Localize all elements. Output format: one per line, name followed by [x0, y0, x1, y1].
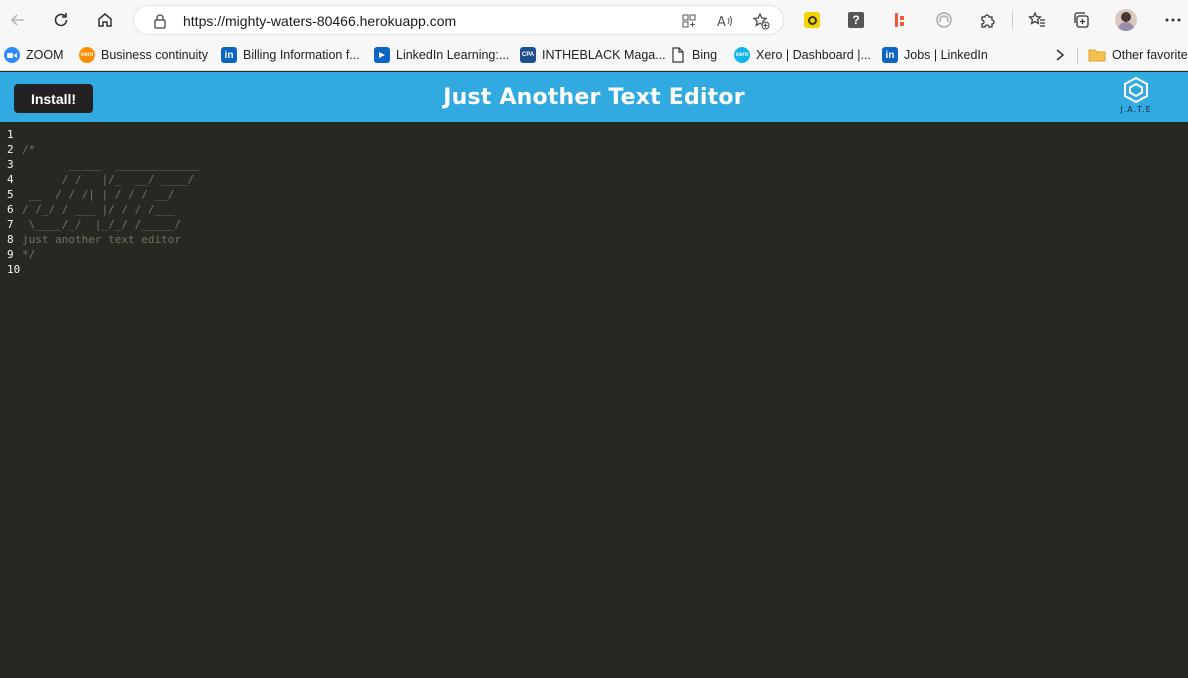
line-number: 1	[7, 128, 14, 141]
favorite-label: Bing	[692, 48, 718, 62]
favorite-linkedin-learning[interactable]: LinkedIn Learning:...	[374, 45, 509, 65]
refresh-icon	[54, 13, 68, 27]
settings-more-button[interactable]	[1161, 8, 1185, 32]
extension-orange-button[interactable]	[888, 8, 912, 32]
code-line[interactable]: __ / / /| | / / / __/	[22, 187, 1188, 202]
page-title: Just Another Text Editor	[443, 85, 745, 110]
jate-logo: J.A.T.E	[1112, 76, 1160, 120]
favorite-business-continuity[interactable]: xero Business continuity	[79, 45, 208, 65]
extension-yellow-button[interactable]	[800, 8, 824, 32]
favorites-divider	[1077, 48, 1078, 64]
favorite-billing-information[interactable]: in Billing Information f...	[221, 45, 360, 65]
line-number: 8	[7, 233, 14, 246]
favorites-button[interactable]	[1025, 8, 1049, 32]
favorite-label: Business continuity	[101, 48, 209, 62]
url-text[interactable]: https://mighty-waters-80466.herokuapp.co…	[183, 13, 456, 29]
logo-text: J.A.T.E	[1120, 105, 1152, 114]
zoom-icon	[4, 47, 20, 63]
line-number: 10	[7, 263, 21, 276]
line-number: 2	[7, 143, 14, 156]
favorite-label: Billing Information f...	[243, 48, 360, 62]
puzzle-icon	[981, 14, 995, 28]
line-number: 6	[7, 203, 14, 216]
home-button[interactable]	[93, 8, 117, 32]
back-button[interactable]	[6, 8, 30, 32]
cpa-icon: CPA	[520, 47, 536, 63]
code-line[interactable]	[22, 127, 1188, 142]
favorites-star-icon	[1028, 11, 1045, 27]
code-line[interactable]: /*	[22, 142, 1188, 157]
page-icon	[670, 47, 686, 63]
code-line[interactable]: just another text editor	[22, 232, 1188, 247]
code-line[interactable]: / /_/ / ___ |/ / / /___	[22, 202, 1188, 217]
favorite-label: INTHEBLACK Maga...	[542, 48, 666, 62]
address-bar[interactable]: https://mighty-waters-80466.herokuapp.co…	[133, 5, 784, 35]
code-editor[interactable]: 1 2 3 4 5 6 7 8 9 10 /* _____ __________…	[0, 122, 1188, 678]
favorites-bar: ZOOM xero Business continuity in Billing…	[0, 40, 1188, 71]
line-number: 9	[7, 248, 14, 261]
code-line[interactable]: \____/_/ |_/_/ /_____/	[22, 217, 1188, 232]
code-line[interactable]	[22, 262, 1188, 277]
other-favorites-label: Other favorites	[1112, 48, 1188, 62]
line-number: 3	[7, 158, 14, 171]
code-line[interactable]: _____ _____________	[22, 157, 1188, 172]
line-number-gutter: 1 2 3 4 5 6 7 8 9 10	[0, 127, 22, 277]
favorites-overflow-button[interactable]	[1054, 45, 1066, 65]
line-number: 4	[7, 173, 14, 186]
favorite-label: LinkedIn Learning:...	[396, 48, 510, 62]
refresh-button[interactable]	[49, 8, 73, 32]
favorite-label: ZOOM	[26, 48, 64, 62]
linkedin-icon: in	[221, 47, 237, 63]
bar-extension-icon	[895, 13, 904, 27]
svg-text:A: A	[717, 15, 726, 29]
browser-toolbar: https://mighty-waters-80466.herokuapp.co…	[0, 0, 1188, 40]
profile-button[interactable]	[1114, 8, 1138, 32]
code-line[interactable]: / / |/_ __/ ____/	[22, 172, 1188, 187]
line-number: 5	[7, 188, 14, 201]
toolbar-divider	[1012, 11, 1013, 29]
other-favorites-folder[interactable]: Other favorites	[1088, 45, 1188, 65]
linkedin-icon: in	[882, 47, 898, 63]
favorite-jobs-linkedin[interactable]: in Jobs | LinkedIn	[882, 45, 988, 65]
ellipsis-icon	[1165, 18, 1181, 22]
extensions-button[interactable]	[976, 8, 1000, 32]
line-number: 7	[7, 218, 14, 231]
favorite-intheblack[interactable]: CPA INTHEBLACK Maga...	[520, 45, 666, 65]
add-favorite-icon[interactable]	[751, 11, 771, 31]
favorite-zoom[interactable]: ZOOM	[4, 45, 64, 65]
avatar	[1115, 9, 1137, 31]
folder-icon	[1088, 49, 1106, 62]
back-arrow-icon	[10, 14, 24, 26]
logo-hexagon-icon	[1124, 76, 1148, 104]
app-header: Install! Just Another Text Editor J.A.T.…	[0, 72, 1188, 122]
chevron-right-icon	[1056, 49, 1065, 61]
extension-target-icon	[804, 12, 820, 28]
favorite-bing[interactable]: Bing	[670, 45, 717, 65]
extension-help-button[interactable]: ?	[844, 8, 868, 32]
xero-icon: xero	[79, 47, 95, 63]
app-available-icon[interactable]	[679, 11, 699, 31]
xero-icon: xero	[734, 47, 750, 63]
linkedin-learning-icon	[374, 47, 390, 63]
favorite-xero-dashboard[interactable]: xero Xero | Dashboard |...	[734, 45, 871, 65]
favorite-label: Xero | Dashboard |...	[756, 48, 871, 62]
home-icon	[98, 13, 112, 27]
favorite-label: Jobs | LinkedIn	[904, 48, 988, 62]
question-icon: ?	[848, 12, 864, 28]
code-line[interactable]: */	[22, 247, 1188, 262]
collections-button[interactable]	[1069, 8, 1093, 32]
read-aloud-icon[interactable]: A	[715, 11, 735, 31]
lock-icon[interactable]	[150, 11, 170, 31]
collections-icon	[1074, 12, 1089, 28]
headphones-icon	[936, 12, 952, 28]
extension-grey-button[interactable]	[932, 8, 956, 32]
code-content[interactable]: /* _____ _____________ / / |/_ __/ ____/…	[22, 127, 1188, 277]
